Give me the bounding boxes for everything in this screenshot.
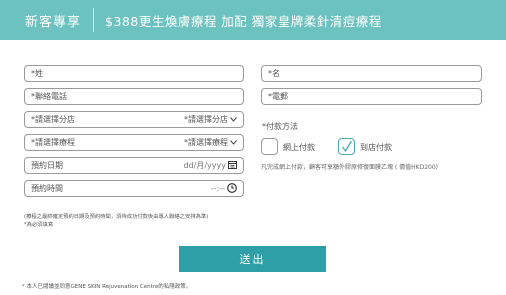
email-input[interactable]: *電郵: [261, 88, 482, 105]
branch-selected-value: *請選擇分店: [184, 115, 228, 124]
online-payment-label: 網上付款: [283, 143, 315, 152]
store-payment-label: 到店付款: [360, 143, 392, 152]
phone-placeholder: *聯絡電話: [31, 92, 67, 101]
branch-select[interactable]: *請選擇分店 *請選擇分店: [24, 111, 244, 128]
new-customer-tag: 新客專享: [25, 14, 82, 30]
banner-divider: [93, 8, 95, 32]
treatment-selected-value: *請選擇療程: [184, 138, 228, 147]
appointment-notice: (療程之最終確定預約日期及預約時間，須待成功付款後由專人聯絡之安排為準): [24, 214, 209, 220]
promo-banner: 新客專享 $388更生煥膚療程 加配 獨家皇牌柔針清痘療程: [0, 0, 506, 40]
email-placeholder: *電郵: [268, 92, 288, 101]
given-name-input[interactable]: *名: [261, 65, 482, 82]
payment-note: 凡完成網上付款，顧客可享額外膠原修復面膜乙塊 ( 價值HKD200): [261, 164, 439, 171]
required-notice: *為必須填寫: [24, 222, 54, 228]
appointment-date-input[interactable]: 預約日期 dd/月/yyyy: [24, 157, 244, 174]
check-icon: [341, 140, 353, 153]
branch-placeholder: *請選擇分店: [31, 115, 75, 124]
treatment-select[interactable]: *請選擇療程 *請選擇療程: [24, 134, 244, 151]
clock-icon[interactable]: [227, 182, 237, 195]
calendar-icon[interactable]: [228, 160, 237, 171]
privacy-consent-text: * 本人已閱讀並同意GENE SKIN Rejuvenation Centre的…: [22, 284, 192, 290]
time-label: 預約時間: [31, 184, 63, 193]
given-name-placeholder: *名: [268, 69, 280, 78]
chevron-down-icon: [230, 115, 237, 124]
payment-method-label: *付款方法: [262, 122, 298, 131]
date-format: dd/月/yyyy: [183, 161, 226, 170]
online-payment-checkbox[interactable]: [261, 138, 278, 155]
surname-placeholder: *姓: [31, 69, 43, 78]
store-payment-checkbox[interactable]: [338, 138, 355, 155]
phone-input[interactable]: *聯絡電話: [24, 88, 244, 105]
appointment-time-input[interactable]: 預約時間 --:--: [24, 180, 244, 197]
date-label: 預約日期: [31, 161, 63, 170]
chevron-down-icon: [230, 138, 237, 147]
promo-text: $388更生煥膚療程 加配 獨家皇牌柔針清痘療程: [105, 13, 382, 29]
surname-input[interactable]: *姓: [24, 65, 244, 82]
submit-button[interactable]: 送出: [179, 246, 326, 272]
time-format: --:--: [210, 184, 225, 193]
treatment-placeholder: *請選擇療程: [31, 138, 75, 147]
